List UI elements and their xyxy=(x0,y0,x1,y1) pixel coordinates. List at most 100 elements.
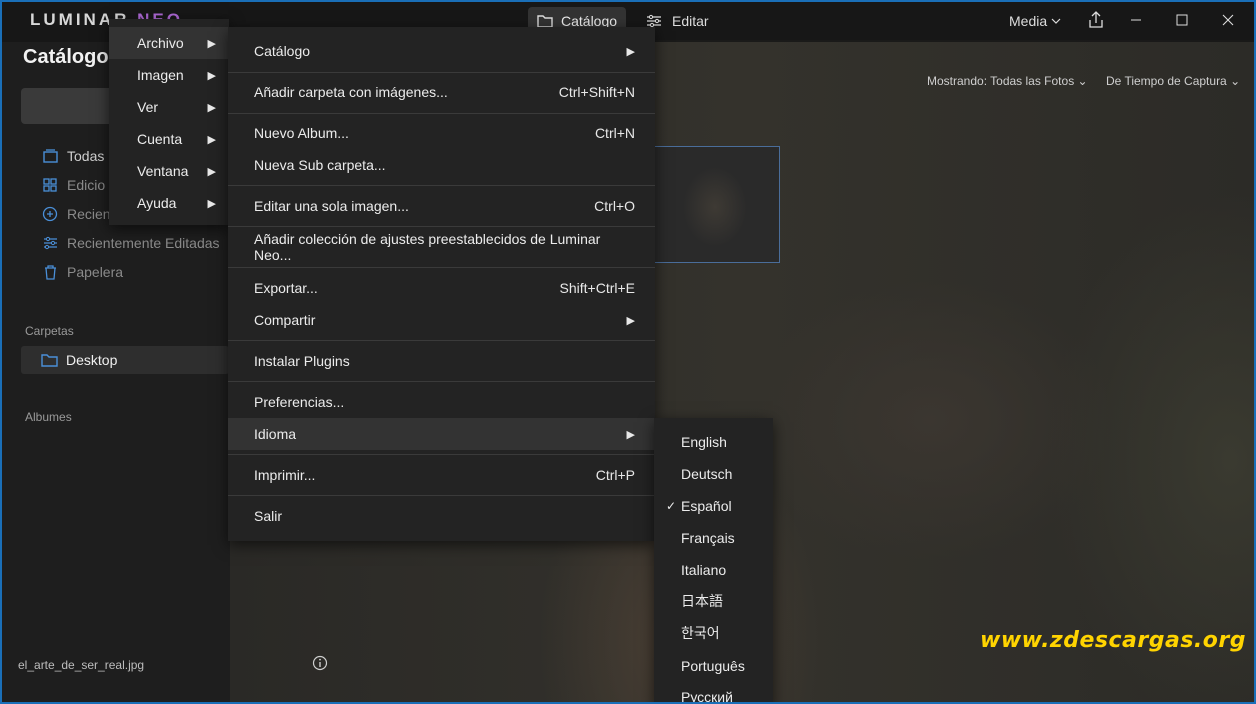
trash-icon xyxy=(42,264,59,280)
folder-item-desktop[interactable]: Desktop xyxy=(21,346,229,374)
menu-item-ayuda[interactable]: Ayuda ▶ xyxy=(109,187,229,219)
menu-separator xyxy=(228,340,655,341)
menu-item-cuenta[interactable]: Cuenta ▶ xyxy=(109,123,229,155)
submenu-arrow-icon: ▶ xyxy=(207,69,216,82)
sidebar-item-label: Papelera xyxy=(67,264,124,280)
submenu-arrow-icon: ▶ xyxy=(207,101,216,114)
menu-item-label: Français xyxy=(681,530,735,546)
minimize-icon[interactable] xyxy=(1130,12,1142,26)
menu-item-add-folder[interactable]: Añadir carpeta con imágenes... Ctrl+Shift… xyxy=(228,76,655,108)
page-title: Catálogo xyxy=(23,46,109,68)
menu-item-edit-single[interactable]: Editar una sola imagen... Ctrl+O xyxy=(228,190,655,222)
sidebar-item-label: Edicio xyxy=(67,177,106,193)
media-dropdown[interactable]: Media xyxy=(1009,13,1061,29)
photo-thumbnail[interactable] xyxy=(654,146,780,263)
menu-item-label: Editar una sola imagen... xyxy=(254,198,409,214)
menu-item-preferences[interactable]: Preferencias... xyxy=(228,386,655,418)
menu-item-label: Русский xyxy=(681,689,733,704)
menu-item-print[interactable]: Imprimir... Ctrl+P xyxy=(228,459,655,491)
chevron-down-icon xyxy=(1051,18,1061,24)
menu-separator xyxy=(228,226,655,227)
menu-item-label: Deutsch xyxy=(681,466,733,482)
menu-item-ventana[interactable]: Ventana ▶ xyxy=(109,155,229,187)
menu-item-label: Instalar Plugins xyxy=(254,353,350,369)
menu-shortcut: Shift+Ctrl+E xyxy=(559,280,635,296)
language-item-korean[interactable]: 한국어 xyxy=(654,617,773,649)
menu-item-install-plugins[interactable]: Instalar Plugins xyxy=(228,345,655,377)
sidebar-item-recently-edited[interactable]: Recientemente Editadas xyxy=(42,235,220,251)
language-item-portugues[interactable]: Português xyxy=(654,650,773,682)
menu-separator xyxy=(228,185,655,186)
menu-separator xyxy=(228,381,655,382)
menu-item-label: Cuenta xyxy=(137,131,183,147)
menu-item-new-subfolder[interactable]: Nueva Sub carpeta... xyxy=(228,149,655,181)
sidebar-item-recent[interactable]: Recien xyxy=(42,206,111,222)
language-item-deutsch[interactable]: Deutsch xyxy=(654,458,773,490)
sliders-icon xyxy=(42,235,59,251)
archivo-submenu: Catálogo ▶ Añadir carpeta con imágenes...… xyxy=(228,27,655,541)
menu-separator xyxy=(228,454,655,455)
menu-item-archivo[interactable]: Archivo ▶ xyxy=(109,27,229,59)
language-item-espanol[interactable]: ✓ Español xyxy=(654,490,773,522)
menu-separator xyxy=(228,495,655,496)
menu-item-label: Ver xyxy=(137,99,159,115)
menu-item-label: Imagen xyxy=(137,67,184,83)
sidebar-item-trash[interactable]: Papelera xyxy=(42,264,123,280)
menu-item-label: Ayuda xyxy=(137,195,177,211)
menu-item-export[interactable]: Exportar... Shift+Ctrl+E xyxy=(228,272,655,304)
sort-dropdown[interactable]: De Tiempo de Captura ⌄ xyxy=(1106,74,1240,88)
menu-item-label: Exportar... xyxy=(254,280,318,296)
menu-item-label: Italiano xyxy=(681,562,727,578)
language-item-japanese[interactable]: 日本語 xyxy=(654,585,773,617)
menu-item-label: Catálogo xyxy=(254,43,311,59)
sidebar-item-edited[interactable]: Edicio xyxy=(42,177,105,193)
albums-section-label: Albumes xyxy=(25,410,72,424)
sidebar-item-label: Todas xyxy=(67,148,105,164)
folders-section-label: Carpetas xyxy=(25,324,74,338)
menu-separator xyxy=(228,72,655,73)
chevron-down-icon: ⌄ xyxy=(1077,74,1088,88)
menu-item-new-album[interactable]: Nuevo Album... Ctrl+N xyxy=(228,117,655,149)
menu-item-language[interactable]: Idioma ▶ xyxy=(228,418,655,450)
tab-edit[interactable]: Editar xyxy=(646,7,709,35)
showing-filter-label: Mostrando: Todas las Fotos xyxy=(927,74,1075,88)
photos-icon xyxy=(42,148,59,164)
menu-item-label: Añadir colección de ajustes preestableci… xyxy=(254,231,601,263)
share-icon[interactable] xyxy=(1088,11,1104,29)
maximize-icon[interactable] xyxy=(1176,14,1188,26)
showing-filter-dropdown[interactable]: Mostrando: Todas las Fotos ⌄ xyxy=(927,74,1088,88)
tab-edit-label: Editar xyxy=(672,13,709,29)
language-submenu: English Deutsch ✓ Español Français Italia… xyxy=(654,418,773,704)
menu-item-add-presets[interactable]: Añadir colección de ajustes preestableci… xyxy=(228,231,655,263)
menu-item-label: English xyxy=(681,434,727,450)
menu-shortcut: Ctrl+N xyxy=(594,125,635,141)
folder-icon xyxy=(537,14,553,28)
sidebar-item-all[interactable]: Todas xyxy=(42,148,104,164)
menu-item-catalogo[interactable]: Catálogo ▶ xyxy=(228,35,655,67)
menu-item-label: Ventana xyxy=(137,163,189,179)
menu-item-ver[interactable]: Ver ▶ xyxy=(109,91,229,123)
language-item-english[interactable]: English xyxy=(654,426,773,458)
info-icon[interactable] xyxy=(312,655,328,671)
submenu-arrow-icon: ▶ xyxy=(207,165,216,178)
language-item-francais[interactable]: Français xyxy=(654,522,773,554)
menu-item-label: Imprimir... xyxy=(254,467,316,483)
menu-item-label: Preferencias... xyxy=(254,394,345,410)
sidebar-item-label: Recien xyxy=(67,206,111,222)
menu-item-exit[interactable]: Salir xyxy=(228,500,655,532)
menu-item-label: Nuevo Album... xyxy=(254,125,349,141)
menu-item-label: Archivo xyxy=(137,35,184,51)
menu-item-label: Compartir xyxy=(254,312,316,328)
menu-item-share[interactable]: Compartir ▶ xyxy=(228,304,655,336)
chevron-down-icon: ⌄ xyxy=(1230,74,1241,88)
menu-separator xyxy=(228,267,655,268)
menu-item-label: Português xyxy=(681,658,745,674)
close-icon[interactable] xyxy=(1222,14,1234,26)
folder-icon xyxy=(41,353,58,367)
checkmark-icon: ✓ xyxy=(666,499,677,513)
language-item-italiano[interactable]: Italiano xyxy=(654,554,773,586)
menu-item-imagen[interactable]: Imagen ▶ xyxy=(109,59,229,91)
main-menu: Archivo ▶ Imagen ▶ Ver ▶ Cuenta ▶ Ventana ▶ A… xyxy=(109,19,229,225)
sliders-icon xyxy=(646,14,662,28)
language-item-russian[interactable]: Русский xyxy=(654,681,773,704)
